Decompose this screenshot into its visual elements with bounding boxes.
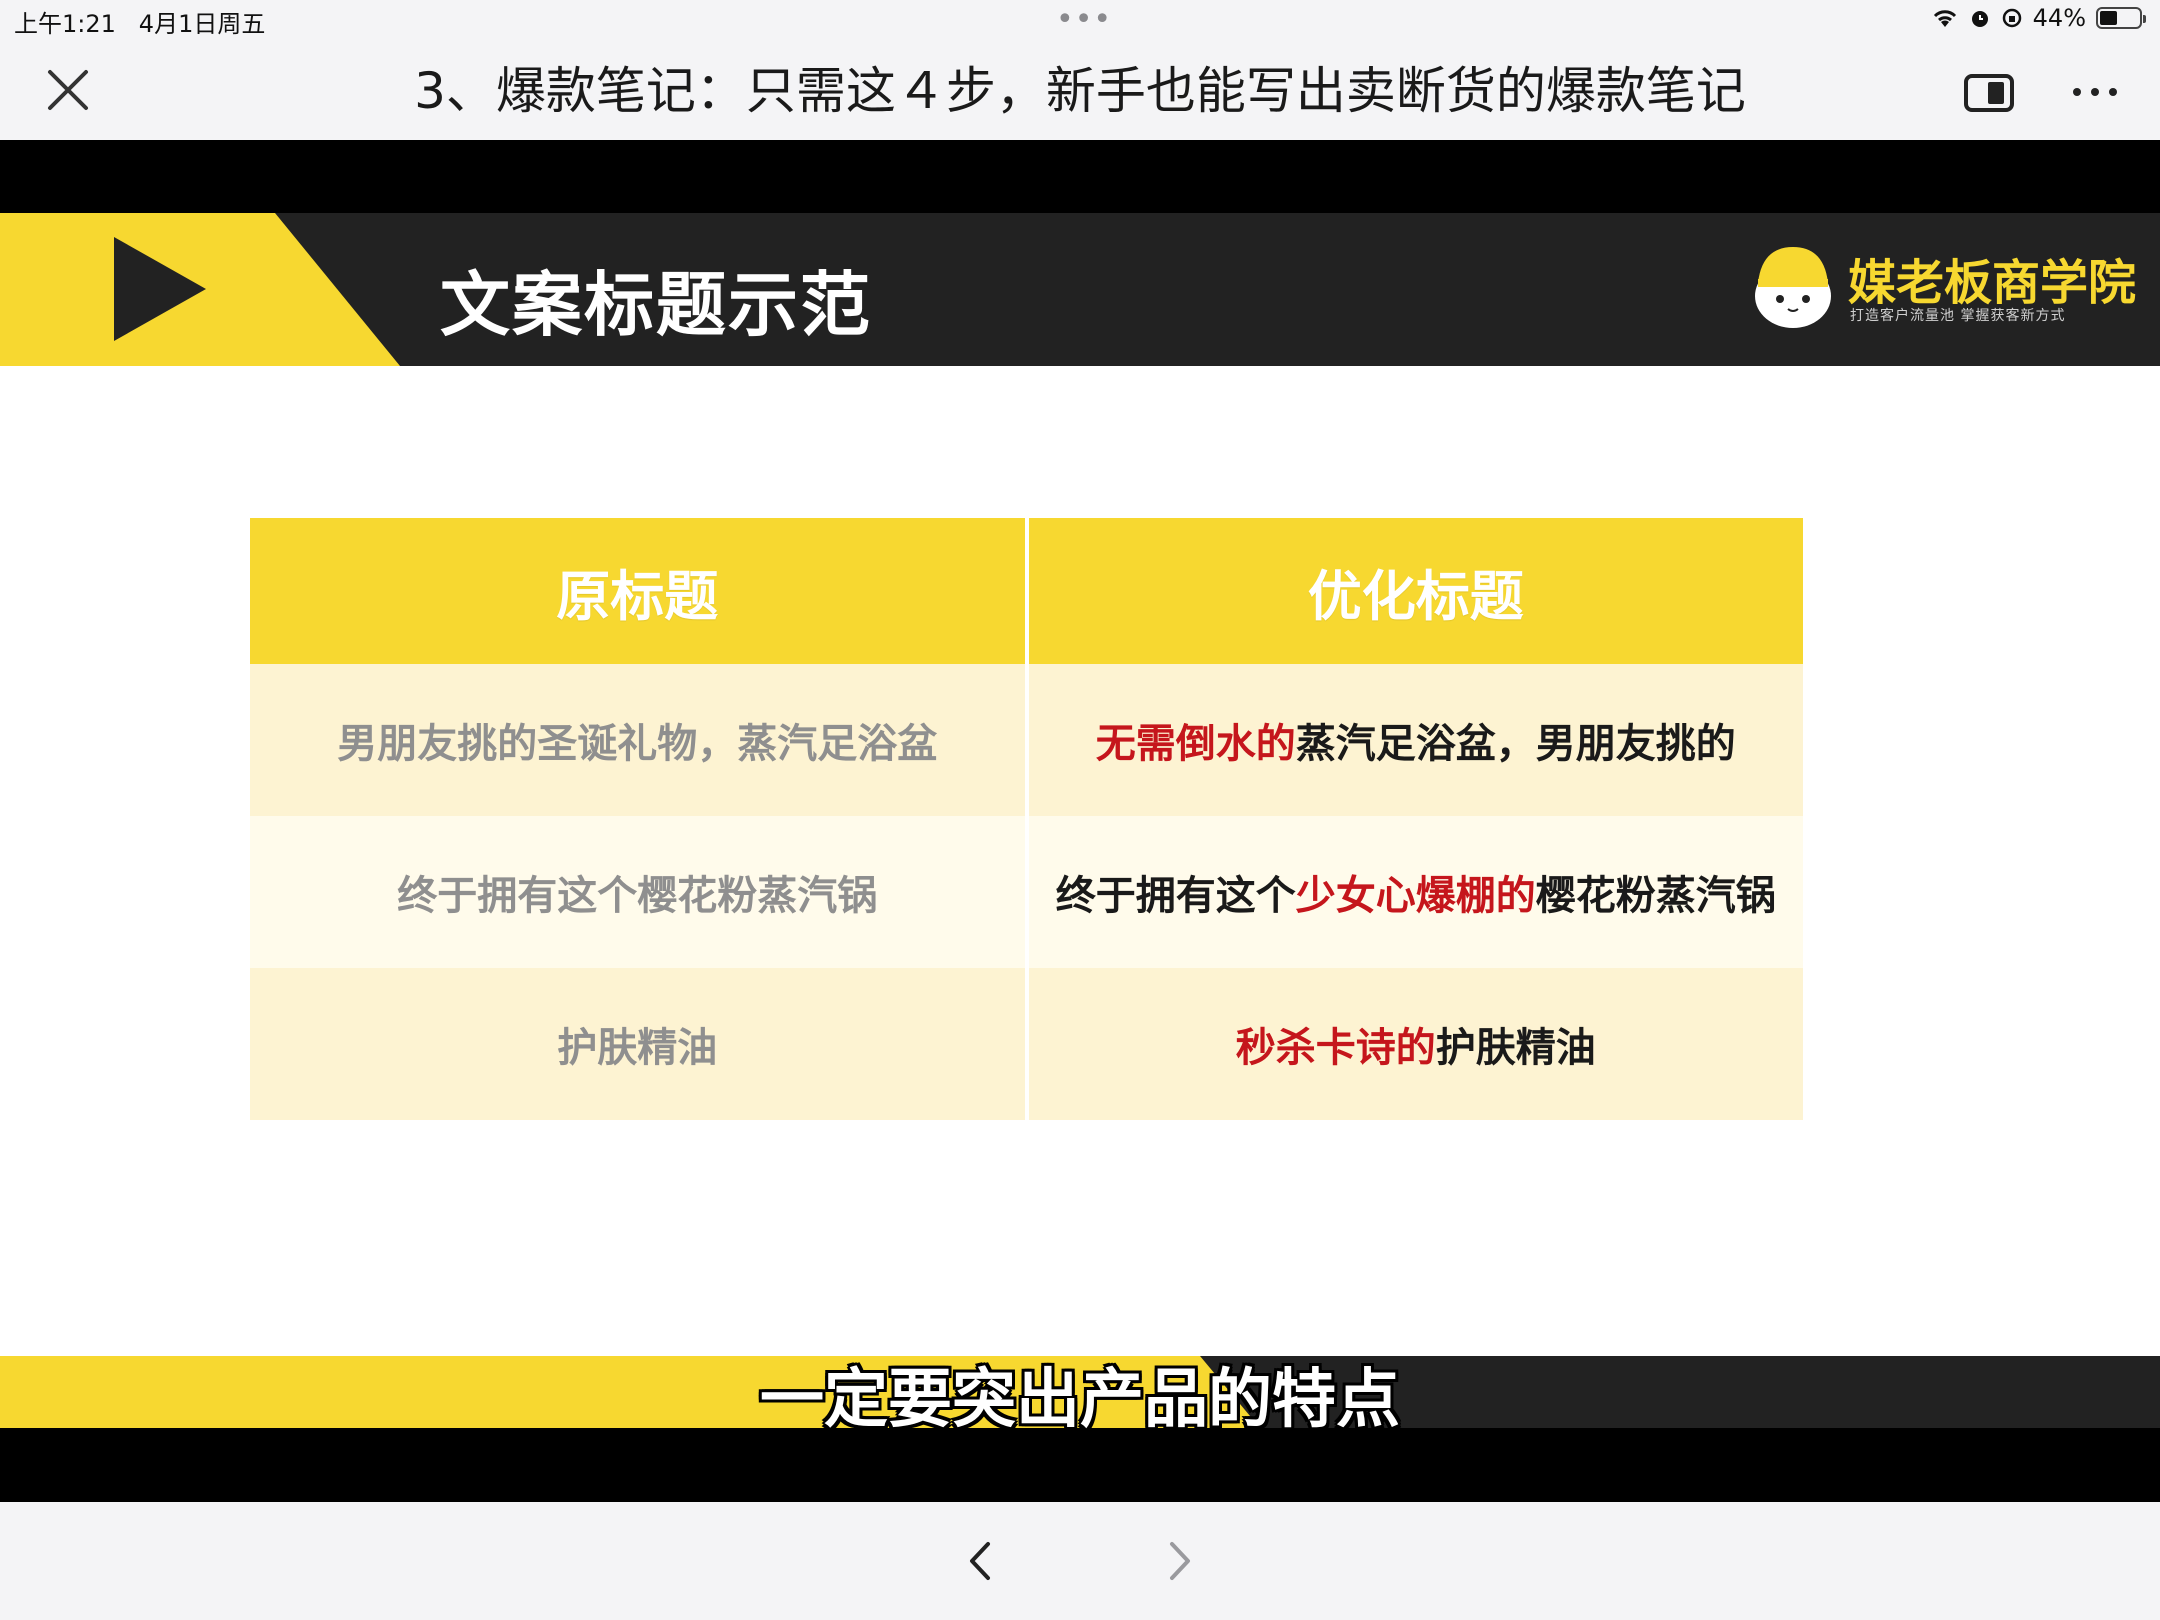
forward-button[interactable] — [1160, 1536, 1200, 1586]
highlight-text: 无需倒水的 — [1095, 721, 1296, 767]
column-header-optimized: 优化标题 — [1024, 518, 1803, 664]
optimized-title-cell: 无需倒水的蒸汽足浴盆，男朋友挑的 — [1024, 664, 1803, 816]
plain-text: 终于拥有这个 — [1055, 873, 1296, 919]
chevron-right-icon — [1170, 1542, 1190, 1580]
plain-text: 护肤精油 — [1435, 1025, 1596, 1071]
multitasking-dots[interactable]: ••• — [1056, 2, 1112, 37]
optimized-title-cell: 秒杀卡诗的护肤精油 — [1024, 968, 1803, 1120]
highlight-text: 少女心爆棚的 — [1295, 873, 1536, 919]
brand-name: 媒老板商学院 — [1848, 255, 2137, 311]
orientation-lock-icon — [2002, 8, 2021, 28]
wifi-icon — [1933, 10, 1956, 27]
page-title: 3、爆款笔记：只需这４步，新手也能写出卖断货的爆款笔记 — [414, 62, 1746, 120]
plain-text: 樱花粉蒸汽锅 — [1535, 873, 1776, 919]
close-button[interactable] — [40, 62, 96, 118]
more-icon — [2073, 88, 2117, 96]
table-row: 护肤精油 秒杀卡诗的护肤精油 — [250, 968, 1803, 1120]
more-button[interactable] — [2065, 68, 2125, 116]
status-time: 上午1:21 — [14, 10, 116, 38]
table-header-row: 原标题 优化标题 — [250, 518, 1803, 664]
play-triangle-icon — [114, 237, 206, 341]
original-title-cell: 男朋友挑的圣诞礼物，蒸汽足浴盆 — [250, 664, 1027, 816]
original-title-cell: 护肤精油 — [250, 968, 1027, 1120]
slide-header: 文案标题示范 媒老板商学院 打造客户流量池 掌握获客新方式 — [0, 213, 2160, 366]
plain-text: 蒸汽足浴盆，男朋友挑的 — [1295, 721, 1736, 767]
column-header-original: 原标题 — [250, 518, 1027, 664]
highlight-text: 秒杀卡诗的 — [1235, 1025, 1436, 1071]
slide-heading: 文案标题示范 — [440, 264, 872, 346]
video-subtitle: 一定要突出产品的特点 — [760, 1363, 1400, 1437]
floating-window-icon — [1964, 74, 2014, 112]
alarm-icon — [1971, 11, 1988, 27]
optimized-title-cell: 终于拥有这个少女心爆棚的樱花粉蒸汽锅 — [1024, 816, 1803, 968]
slide: 文案标题示范 媒老板商学院 打造客户流量池 掌握获客新方式 原标题 优化标题 男… — [0, 213, 2160, 1428]
brand-tagline: 打造客户流量池 掌握获客新方式 — [1850, 308, 2066, 324]
status-icons: 44% — [1931, 4, 2146, 32]
battery-percent: 44% — [2032, 4, 2086, 32]
floating-window-button[interactable] — [1960, 68, 2020, 116]
nav-bar: 3、爆款笔记：只需这４步，新手也能写出卖断货的爆款笔记 — [0, 40, 2160, 140]
table-row: 终于拥有这个樱花粉蒸汽锅 终于拥有这个少女心爆棚的樱花粉蒸汽锅 — [250, 816, 1803, 968]
title-comparison-table: 原标题 优化标题 男朋友挑的圣诞礼物，蒸汽足浴盆 无需倒水的蒸汽足浴盆，男朋友挑… — [250, 518, 1803, 1120]
brand-logo: 媒老板商学院 打造客户流量池 掌握获客新方式 — [1750, 241, 2140, 341]
battery-fill — [2100, 11, 2117, 25]
video-player[interactable]: 文案标题示范 媒老板商学院 打造客户流量池 掌握获客新方式 原标题 优化标题 男… — [0, 140, 2160, 1502]
mascot-icon — [1755, 247, 1831, 328]
table-row: 男朋友挑的圣诞礼物，蒸汽足浴盆 无需倒水的蒸汽足浴盆，男朋友挑的 — [250, 664, 1803, 816]
battery-icon — [2096, 7, 2146, 29]
status-bar: 上午1:21 4月1日周五 ••• 44% — [0, 0, 2160, 40]
close-icon — [48, 70, 88, 110]
back-button[interactable] — [960, 1536, 1000, 1586]
status-time-date: 上午1:21 4月1日周五 — [14, 4, 265, 39]
bottom-toolbar — [0, 1502, 2160, 1620]
chevron-left-icon — [970, 1542, 990, 1580]
battery-cap — [2143, 15, 2146, 23]
original-title-cell: 终于拥有这个樱花粉蒸汽锅 — [250, 816, 1027, 968]
status-date: 4月1日周五 — [138, 10, 266, 38]
